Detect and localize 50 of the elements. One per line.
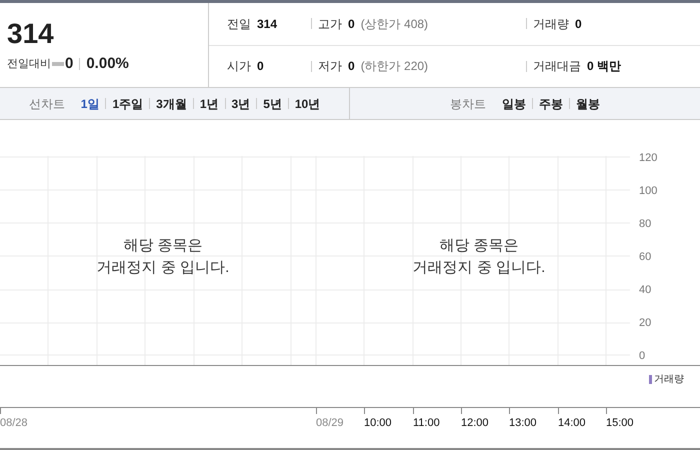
period-tab[interactable]: 1일 <box>80 94 100 112</box>
period-tab[interactable]: 3년 <box>232 94 250 112</box>
period-tab[interactable]: 1주일 <box>112 94 144 112</box>
y-axis-label: 40 <box>639 283 652 298</box>
x-axis-label: 08/28 <box>0 416 28 431</box>
period-tab[interactable]: 3개월 <box>156 94 187 112</box>
stat-label: 거래대금 <box>533 58 581 76</box>
y-axis-label: 60 <box>639 250 652 265</box>
suspended-message: 해당 종목은 거래정지 중 입니다. <box>412 236 546 278</box>
no-change-icon <box>52 62 64 66</box>
y-axis-label: 20 <box>639 316 652 331</box>
suspended-message: 해당 종목은 거래정지 중 입니다. <box>96 236 230 278</box>
y-axis-label: 100 <box>639 184 658 199</box>
y-axis-label: 80 <box>639 217 652 232</box>
y-axis-label: 120 <box>639 151 658 166</box>
period-tab[interactable]: 월봉 <box>576 94 600 112</box>
change-label: 전일대비 <box>7 57 51 72</box>
change-rate: 0.00% <box>86 54 129 74</box>
stat-note: (하한가 220) <box>360 58 428 76</box>
x-axis-label: 13:00 <box>509 416 537 431</box>
period-tab[interactable]: 주봉 <box>539 94 563 112</box>
y-axis-label: 0 <box>639 349 646 364</box>
stat-label: 고가 <box>318 16 342 33</box>
period-tab[interactable]: 일봉 <box>502 94 526 112</box>
period-tab[interactable]: 5년 <box>263 94 282 112</box>
x-axis-label: 12:00 <box>461 416 489 431</box>
x-axis-label: 15:00 <box>606 416 634 431</box>
current-price: 314 <box>7 17 55 51</box>
stat-value: 0 <box>348 16 355 33</box>
period-tab[interactable]: 1년 <box>200 94 218 112</box>
stat-note: (상한가 408) <box>360 16 428 33</box>
x-axis-label: 10:00 <box>364 416 392 431</box>
x-axis-label: 14:00 <box>558 416 586 431</box>
change-value: 0 <box>65 54 74 74</box>
stat-label: 저가 <box>318 58 342 76</box>
stat-value: 314 <box>257 16 278 33</box>
tab-group-label: 선차트 <box>28 96 65 112</box>
x-axis-label: 08/29 <box>316 416 344 431</box>
tab-group-label: 봉차트 <box>450 96 486 112</box>
stat-value: 0 <box>348 58 355 76</box>
legend-label: 거래량 <box>654 373 684 387</box>
stat-value: 0 백만 <box>587 58 622 76</box>
legend-swatch <box>649 375 652 384</box>
stat-label: 시가 <box>227 58 251 76</box>
stat-label: 전일 <box>227 16 251 33</box>
stat-value: 0 <box>257 58 264 76</box>
x-axis-label: 11:00 <box>413 416 440 431</box>
period-tab[interactable]: 10년 <box>294 94 320 112</box>
stat-label: 거래량 <box>533 16 569 33</box>
stat-value: 0 <box>575 16 582 33</box>
